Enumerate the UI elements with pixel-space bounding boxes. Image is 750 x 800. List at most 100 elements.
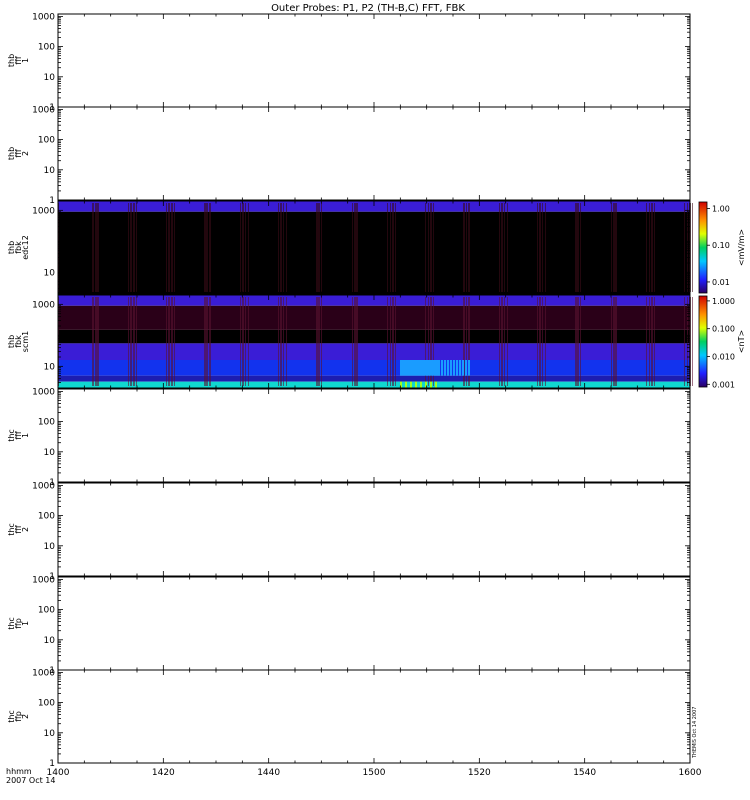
spectrogram-streak (318, 203, 319, 292)
panel-frame (57, 106, 691, 201)
x-axis: 1400 1420 1440 1500 1520 1540 1600 (47, 768, 702, 778)
y-tick-label: 100 (38, 512, 55, 522)
spectrogram-streak (435, 360, 436, 376)
spectrogram-streak (615, 203, 616, 292)
spectrogram-streak (97, 297, 98, 386)
spectrogram-streak (321, 297, 322, 386)
colorbar-tick-label: 1.00 (712, 204, 730, 213)
spectrogram-streak (432, 360, 433, 376)
spectrogram-streak (319, 297, 320, 386)
spectrogram-streak (392, 203, 393, 292)
spectrogram-streak (395, 203, 396, 292)
y-tick-label: 1000 (32, 387, 55, 397)
spectrogram-streak (242, 203, 243, 292)
spectrogram-streak (687, 297, 688, 386)
spectrogram-streak (651, 297, 652, 386)
spectrogram-streak (317, 203, 318, 292)
y-tick-label: 1000 (32, 12, 55, 22)
y-axis-label: 2 (21, 714, 30, 719)
spectrogram-streak (352, 297, 353, 386)
spectrogram-streak (469, 360, 470, 376)
spectrogram-streak (466, 203, 467, 292)
spectrogram-streak (439, 360, 440, 376)
spectrogram-streak (411, 360, 412, 376)
spectrogram-streak (464, 203, 465, 292)
spectrogram-streak (687, 203, 688, 292)
x-tick-label: 1520 (468, 768, 491, 778)
spectrogram-streak (444, 360, 445, 376)
spectrogram-streak (95, 203, 96, 292)
spectrogram-streak (136, 297, 137, 386)
spectrogram-streak (539, 203, 540, 292)
spectrogram-streak (168, 297, 169, 386)
panel-6: 1101001000thcfff2 (7, 481, 691, 582)
spectrogram-streak (130, 297, 131, 386)
x-axis-label-date: 2007 Oct 14 (6, 776, 55, 785)
spectrogram-streak (98, 203, 99, 292)
spectrogram-streak (355, 297, 356, 386)
panels-group: 1101001000thbfff11101001000thbfff2101000… (7, 12, 746, 778)
spectrogram-streak (134, 203, 135, 292)
figure-canvas: Outer Probes: P1, P2 (TH-B,C) FFT, FBK 1… (6, 3, 746, 785)
spectrogram-streak (545, 297, 546, 386)
spectrogram-streak (280, 297, 281, 386)
spectrogram-streak (174, 297, 175, 386)
spectrogram-streak (316, 297, 317, 386)
spectrogram-streak (468, 203, 469, 292)
spectrogram-streak (205, 297, 206, 386)
spectrogram-streak (580, 297, 581, 386)
spectrogram-streak (433, 360, 434, 376)
spectrogram-streak (416, 360, 417, 376)
spectrogram-streak (131, 297, 132, 386)
spectrogram-streak (611, 203, 612, 292)
spectrogram-streak (421, 360, 422, 376)
spectrogram-streak (278, 297, 279, 386)
spectrogram-streak (652, 203, 653, 292)
spectrogram-streak (540, 297, 541, 386)
spectrogram-streak (435, 381, 437, 388)
spectrogram-streak (692, 297, 693, 386)
colorbar-label: <mV/m> (737, 229, 746, 266)
spectrogram-streak (243, 297, 244, 386)
x-tick-label: 1500 (363, 768, 386, 778)
spectrogram-streak (576, 203, 577, 292)
spectrogram-streak (501, 297, 502, 386)
spectrogram-streak (407, 360, 408, 376)
panel-4: 101000thbfbkscm11.0000.1000.0100.001<nT> (7, 294, 746, 389)
colorbar (698, 201, 708, 294)
spectrogram-streak (465, 360, 466, 376)
spectrogram-streak (357, 297, 358, 386)
spectrogram-streak (390, 203, 391, 292)
spectrogram-streak (442, 360, 443, 376)
spectrogram-streak (423, 360, 424, 376)
spectrogram-streak (93, 203, 94, 292)
y-axis-label: 1 (21, 58, 30, 63)
spectrogram-streak (355, 203, 356, 292)
spectrogram-streak (133, 297, 134, 386)
spectrogram-streak (131, 203, 132, 292)
y-axis-label: 1 (21, 433, 30, 438)
spectrogram-streak (613, 203, 614, 292)
spectrogram-streak (692, 203, 693, 292)
spectrogram-streak (174, 203, 175, 292)
spectrogram-streak (507, 203, 508, 292)
panel-frame (57, 388, 691, 483)
spectrogram-streak (504, 297, 505, 386)
spectrogram-streak (434, 360, 435, 376)
spectrogram-streak (387, 297, 388, 386)
spectrogram-streak (245, 297, 246, 386)
spectrogram-streak (414, 360, 415, 376)
y-tick-label: 10 (44, 362, 56, 372)
spectrogram-streak (415, 360, 416, 376)
y-axis-label: 1 (21, 621, 30, 626)
panel-frame (57, 669, 691, 764)
spectrogram-streak (649, 297, 650, 386)
spectrogram-streak (206, 297, 207, 386)
spectrogram-band (58, 375, 690, 382)
spectrogram-streak (463, 360, 464, 376)
y-tick-label: 10 (44, 542, 56, 552)
spectrogram-streak (409, 360, 410, 376)
spectrogram-streak (428, 203, 429, 292)
spectrogram-streak (684, 297, 685, 386)
spectrogram-streak (393, 203, 394, 292)
